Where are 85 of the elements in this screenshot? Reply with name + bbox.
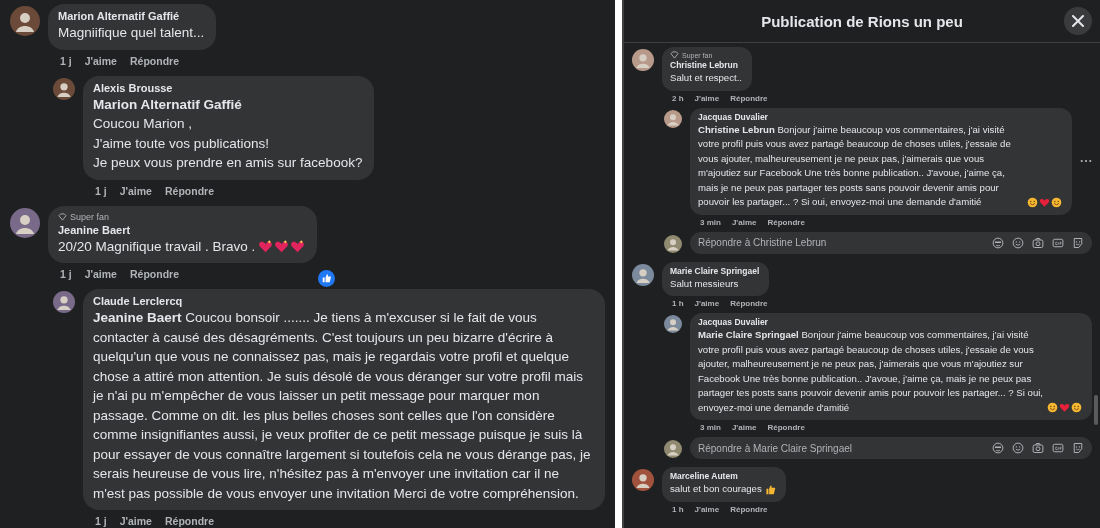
comment-text: Salut et respect.. bbox=[670, 71, 742, 85]
gif-icon[interactable] bbox=[1052, 236, 1064, 249]
comment-time[interactable]: 1 j bbox=[60, 54, 72, 67]
like-link[interactable]: J'aime bbox=[731, 423, 757, 432]
comment-time[interactable]: 1 j bbox=[60, 268, 72, 280]
camera-icon[interactable] bbox=[1032, 442, 1044, 454]
reply-input[interactable]: Répondre à Marie Claire Springael bbox=[698, 442, 984, 454]
diamond-icon bbox=[670, 51, 679, 59]
avatar[interactable] bbox=[632, 49, 654, 71]
emoji-icon[interactable] bbox=[1012, 236, 1024, 249]
avatar[interactable] bbox=[53, 77, 75, 100]
heart-icon bbox=[258, 239, 274, 254]
dialog-title: Publication de Rions un peu bbox=[761, 12, 963, 30]
author-name[interactable]: Jacquas Duvalier bbox=[698, 317, 1082, 327]
comment-text: Marie Claire Springael Bonjour j'aime beaucoup vos commentaires, j'ai visité votre profil puis vous avez partagé beaucoup de choses utiles, j'essaie de vous ajouter, malheureusement je ne peux pas, j'aimerais que vous m'ajoutiez sur Facebook Une très bonne publication.. J'avoue, j'aime ça, mais je ne peux pas partager tes posts sans pouvoir devenir amis pour pouvoir les partager... ? Si oui, envoyez-moi une demande d'amitié bbox=[698, 328, 1044, 415]
comment-time[interactable]: 3 min bbox=[700, 217, 721, 227]
comment-text: Jeanine Baert Coucou bonsoir ....... Je tiens à m'excuser si le fait de vous contacter à causé des désagréments. C'est toujours un peu bizarre d'écrire à quelqu'un que vous ne connaissez pas, mais je regardais votre profil et quelque chose a attiré mon attention. Je suis désolé de vous déranger sur votre profil mais je n'ai pu m'empêcher de vous laisser un petit message pour marquer mon passage. Comme on dit. les plus belles choses sont celles que l'on considère comme insignifiantes aussi, je veux profiter de ce petit message puisque je suis là pour essayer de vous connaître largement si toutefois cela ne vous dérange pas, je serais heureuse de vous lire, n'hésitez pas à m'envoyer une invitation car il ne m'est pas possible de vous envoyer une invitation Merci de votre compréhension. bbox=[93, 309, 592, 503]
avatar[interactable] bbox=[632, 469, 654, 491]
heart-icon bbox=[1059, 402, 1070, 413]
reply-link[interactable]: Répondre bbox=[129, 268, 179, 280]
like-link[interactable]: J'aime bbox=[694, 299, 720, 308]
like-link[interactable]: J'aime bbox=[84, 268, 117, 280]
comment-text: Christine Lebrun Bonjour j'aime beaucoup vos commentaires, j'ai visité votre profil puis vous avez partagé beaucoup de choses utiles, j'essaie de vous ajouter, malheureusement je ne peux pas, j'aimerais que vous m'ajoutiez sur Facebook Une très bonne publication.. J'avoue, j'aime ça, mais je ne peux pas partager tes posts sans pouvoir devenir amis pour pouvoir les partager... ? Si oui, envoyez-moi une demande d'amitié bbox=[698, 122, 1012, 209]
like-link[interactable]: J'aime bbox=[731, 217, 757, 227]
comment-time[interactable]: 1 h bbox=[672, 299, 684, 308]
avatar[interactable] bbox=[10, 207, 40, 238]
heart-icon bbox=[290, 239, 306, 254]
smiley-icon bbox=[1071, 402, 1082, 413]
close-button[interactable] bbox=[1064, 7, 1092, 35]
reply-input[interactable]: Répondre à Christine Lebrun bbox=[698, 237, 984, 248]
avatar[interactable] bbox=[664, 315, 682, 333]
camera-icon[interactable] bbox=[1032, 236, 1044, 249]
author-name[interactable]: Christine Lebrun bbox=[670, 60, 742, 70]
author-name[interactable]: Alexis Brousse bbox=[93, 81, 363, 94]
badge-label: Super fan bbox=[70, 211, 110, 222]
reply-link[interactable]: Répondre bbox=[767, 217, 805, 227]
sticker-icon[interactable] bbox=[1072, 442, 1084, 454]
heart-icon bbox=[274, 239, 290, 254]
smiley-icon bbox=[1027, 196, 1038, 208]
avatar[interactable] bbox=[632, 263, 654, 286]
reply-link[interactable]: Répondre bbox=[730, 299, 768, 308]
comment-time[interactable]: 1 j bbox=[95, 184, 107, 197]
comment-time[interactable]: 1 h bbox=[672, 504, 684, 514]
author-name[interactable]: Claude Lerclercq bbox=[93, 295, 593, 307]
avatar[interactable] bbox=[10, 6, 40, 36]
diamond-icon bbox=[58, 212, 67, 221]
author-name[interactable]: Marie Claire Springael bbox=[670, 265, 760, 276]
avatar bbox=[664, 440, 682, 458]
comment-time[interactable]: 3 min bbox=[700, 423, 721, 432]
author-name[interactable]: Marion Alternatif Gaffié bbox=[58, 10, 205, 22]
thumbs-up-icon bbox=[764, 483, 776, 495]
reply-link[interactable]: Répondre bbox=[164, 184, 214, 197]
comment-text: salut et bon courages bbox=[670, 482, 762, 496]
comment-text: 20/20 Magnifique travail . Bravo . bbox=[58, 237, 256, 256]
reply-link[interactable]: Répondre bbox=[129, 54, 179, 67]
comment-time[interactable]: 1 j bbox=[95, 515, 107, 527]
like-link[interactable]: J'aime bbox=[84, 54, 117, 67]
like-link[interactable]: J'aime bbox=[694, 93, 720, 103]
gif-icon[interactable] bbox=[1052, 442, 1064, 454]
comment-text: Salut messieurs bbox=[670, 276, 739, 291]
more-icon[interactable] bbox=[1080, 159, 1092, 163]
author-name[interactable]: Jeanine Baert bbox=[58, 223, 306, 236]
comment-text: Marion Alternatif Gaffié Coucou Marion , J'aime toute vos publications! Je peux vous prendre en amis sur facebook? bbox=[93, 95, 363, 172]
author-name[interactable]: Jacquas Duvalier bbox=[698, 111, 1062, 122]
comment-time[interactable]: 2 h bbox=[672, 93, 684, 103]
avatar[interactable] bbox=[53, 291, 75, 313]
reply-link[interactable]: Répondre bbox=[730, 93, 768, 103]
comment-text: Magniifique quel talent... bbox=[58, 24, 205, 42]
close-icon[interactable] bbox=[1072, 15, 1084, 27]
reply-field[interactable]: Répondre à Christine Lebrun bbox=[690, 231, 1092, 254]
reply-link[interactable]: Répondre bbox=[164, 515, 214, 527]
like-link[interactable]: J'aime bbox=[119, 184, 152, 197]
like-link[interactable]: J'aime bbox=[119, 515, 152, 527]
avatar bbox=[664, 234, 682, 253]
emoji-icon[interactable] bbox=[1012, 442, 1024, 454]
smiley-icon bbox=[1047, 402, 1058, 413]
smiley-icon bbox=[1051, 196, 1062, 208]
reply-link[interactable]: Répondre bbox=[767, 423, 805, 432]
reply-link[interactable]: Répondre bbox=[730, 504, 768, 514]
author-name[interactable]: Marceline Autem bbox=[670, 471, 776, 481]
reply-field[interactable]: Répondre à Marie Claire Springael bbox=[690, 437, 1092, 459]
heart-icon bbox=[1039, 196, 1050, 208]
sticker-icon[interactable] bbox=[1072, 236, 1084, 249]
avatar[interactable] bbox=[664, 109, 682, 128]
like-link[interactable]: J'aime bbox=[694, 504, 720, 514]
